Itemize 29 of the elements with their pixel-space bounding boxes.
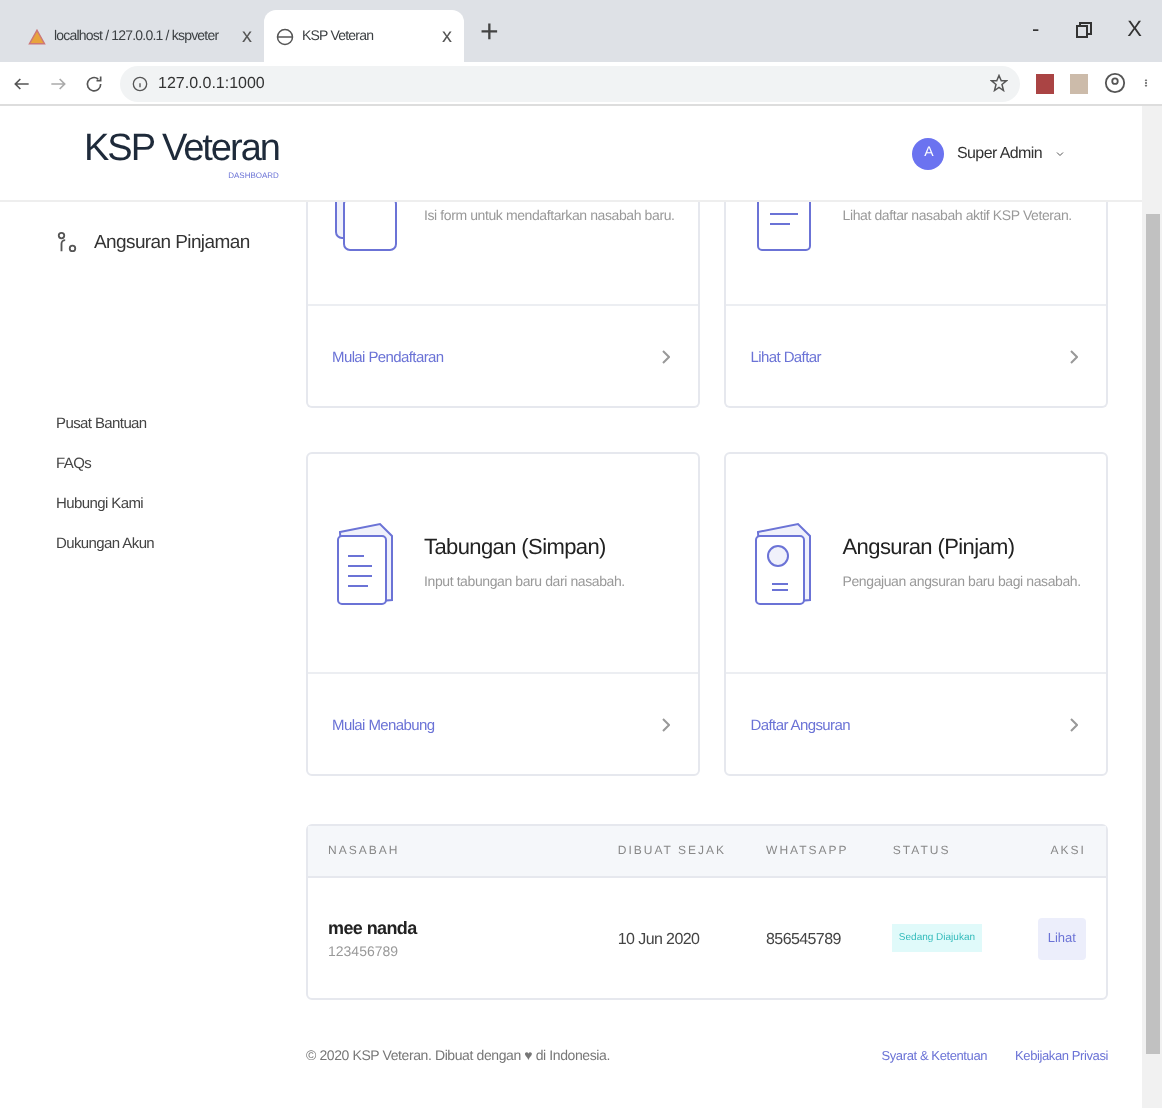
route-icon [56,230,78,254]
star-icon [990,74,1008,92]
caret-icon [1054,147,1066,159]
card-title: Tabungan (Simpan) [424,536,608,560]
table-cell: 856545789 [766,929,841,947]
profile-icon [1104,72,1126,94]
reload-icon [84,73,104,93]
close-icon[interactable]: x [442,25,452,47]
sidebar-item[interactable]: Angsuran Pinjaman [56,230,300,254]
table-cell: 10 Jun 2020 [617,929,700,947]
customer-name: mee nanda [328,917,417,937]
close-icon[interactable]: x [242,25,252,47]
chevron-icon [1070,349,1078,363]
new-tab-button[interactable]: + [480,16,499,52]
close-button[interactable]: X [1127,18,1142,42]
warning-icon [28,27,46,45]
chevron-icon [662,717,671,731]
scrollbar[interactable] [1142,106,1162,1108]
card-title: Angsuran (Pinjam) [842,536,1017,560]
user-name[interactable]: Super Admin [956,144,1042,162]
forward-icon [48,73,68,93]
chevron-icon [662,349,671,363]
address-bar[interactable]: 127.0.0.1:1000 [120,65,1020,101]
info-icon [132,75,148,91]
restore-icon[interactable] [1075,22,1092,38]
back-icon [12,73,32,93]
chevron-icon [1070,717,1078,731]
minimize-button[interactable]: - [1031,18,1040,42]
brand-logo[interactable]: KSP Veteran [84,127,279,171]
